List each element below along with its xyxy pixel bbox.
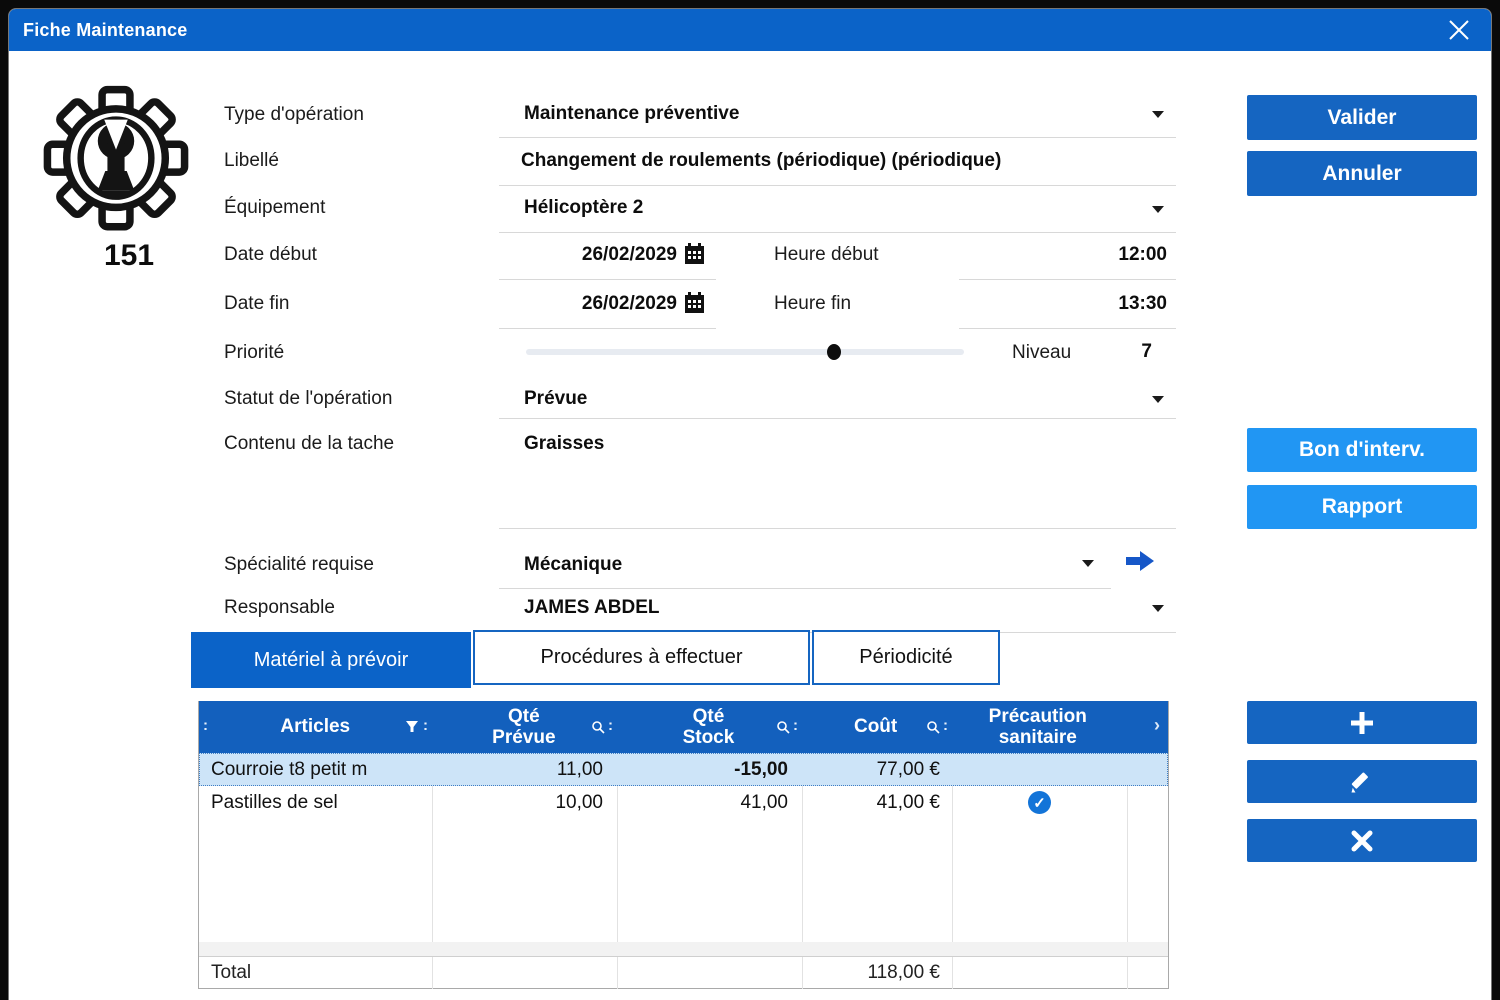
chevron-down-icon[interactable] bbox=[1152, 605, 1164, 612]
search-icon[interactable] bbox=[591, 720, 605, 734]
chevron-down-icon[interactable] bbox=[1082, 560, 1094, 567]
tab-materiel-a-prevoir[interactable]: Matériel à prévoir bbox=[191, 632, 471, 688]
chevron-down-icon[interactable] bbox=[1152, 111, 1164, 118]
assign-arrow-icon[interactable] bbox=[1124, 549, 1156, 573]
operation-id: 151 bbox=[69, 239, 189, 273]
contenu-label: Contenu de la tache bbox=[224, 433, 394, 455]
column-header-qte-prevue[interactable]: Qté Prévue bbox=[432, 701, 617, 753]
table-footer-band bbox=[199, 942, 1168, 956]
date-debut-input[interactable]: 26/02/2029 bbox=[499, 244, 677, 266]
app-background: Fiche Maintenance bbox=[0, 0, 1500, 1000]
calendar-icon[interactable] bbox=[683, 291, 707, 315]
niveau-value: 7 bbox=[1092, 341, 1152, 363]
search-icon[interactable] bbox=[776, 720, 790, 734]
responsable-select[interactable]: JAMES ABDEL bbox=[524, 597, 659, 619]
tab-periodicite[interactable]: Périodicité bbox=[812, 630, 1000, 685]
contenu-textarea[interactable]: Graisses bbox=[524, 433, 604, 455]
annuler-button[interactable]: Annuler bbox=[1247, 151, 1477, 196]
table-row[interactable]: Pastilles de sel10,0041,0041,00 €✓ bbox=[199, 786, 1168, 819]
specialite-select[interactable]: Mécanique bbox=[524, 554, 622, 576]
libelle-label: Libellé bbox=[224, 150, 279, 172]
statut-select[interactable]: Prévue bbox=[524, 388, 587, 410]
search-icon[interactable] bbox=[926, 720, 940, 734]
fiche-maintenance-window: Fiche Maintenance bbox=[8, 8, 1492, 1000]
chevron-right-icon[interactable]: › bbox=[1154, 715, 1160, 736]
type-operation-select[interactable]: Maintenance préventive bbox=[524, 103, 739, 125]
add-row-button[interactable] bbox=[1247, 701, 1477, 744]
date-debut-label: Date début bbox=[224, 244, 317, 266]
precaution-check-icon[interactable]: ✓ bbox=[1028, 791, 1051, 814]
total-label: Total bbox=[199, 962, 420, 984]
priorite-slider[interactable] bbox=[526, 349, 964, 355]
statut-label: Statut de l'opération bbox=[224, 388, 392, 410]
heure-debut-input[interactable]: 12:00 bbox=[1009, 244, 1167, 266]
close-button[interactable] bbox=[1433, 11, 1485, 49]
column-header-qte-stock[interactable]: Qté Stock bbox=[616, 701, 801, 753]
chevron-down-icon[interactable] bbox=[1152, 206, 1164, 213]
responsable-label: Responsable bbox=[224, 597, 335, 619]
total-value: 118,00 € bbox=[802, 962, 940, 984]
heure-fin-label: Heure fin bbox=[774, 293, 851, 315]
type-operation-label: Type d'opération bbox=[224, 104, 364, 126]
bon-interv-button[interactable]: Bon d'interv. bbox=[1247, 428, 1477, 472]
equipement-label: Équipement bbox=[224, 197, 325, 219]
window-title: Fiche Maintenance bbox=[9, 20, 187, 41]
tab-procedures-a-effectuer[interactable]: Procédures à effectuer bbox=[473, 630, 810, 685]
pencil-icon bbox=[1348, 768, 1376, 796]
heure-debut-label: Heure début bbox=[774, 244, 879, 266]
materiel-table: Articles Qté Prévue Qté Stock Coût Préca… bbox=[198, 701, 1169, 989]
valider-button[interactable]: Valider bbox=[1247, 95, 1477, 140]
priorite-label: Priorité bbox=[224, 342, 284, 364]
rapport-button[interactable]: Rapport bbox=[1247, 485, 1477, 529]
date-fin-input[interactable]: 26/02/2029 bbox=[499, 293, 677, 315]
maintenance-gear-icon bbox=[41, 81, 191, 231]
table-header[interactable]: Articles Qté Prévue Qté Stock Coût Préca… bbox=[199, 701, 1168, 753]
libelle-input[interactable]: Changement de roulements (périodique) (p… bbox=[521, 150, 1171, 172]
plus-icon bbox=[1347, 708, 1377, 738]
title-bar: Fiche Maintenance bbox=[9, 9, 1491, 51]
priorite-slider-thumb[interactable] bbox=[827, 344, 841, 360]
x-icon bbox=[1348, 827, 1376, 855]
delete-row-button[interactable] bbox=[1247, 819, 1477, 862]
table-rows: Courroie t8 petit m11,00-15,0077,00 €Pas… bbox=[199, 753, 1168, 819]
specialite-label: Spécialité requise bbox=[224, 554, 374, 576]
heure-fin-input[interactable]: 13:30 bbox=[1009, 293, 1167, 315]
niveau-label: Niveau bbox=[1012, 342, 1071, 364]
table-row[interactable]: Courroie t8 petit m11,00-15,0077,00 € bbox=[199, 753, 1168, 786]
column-header-articles[interactable]: Articles bbox=[199, 701, 432, 753]
column-header-precaution[interactable]: Précaution sanitaire bbox=[950, 701, 1125, 753]
chevron-down-icon[interactable] bbox=[1152, 396, 1164, 403]
equipement-select[interactable]: Hélicoptère 2 bbox=[524, 197, 643, 219]
table-body: Courroie t8 petit m11,00-15,0077,00 €Pas… bbox=[199, 753, 1168, 956]
calendar-icon[interactable] bbox=[683, 242, 707, 266]
date-fin-label: Date fin bbox=[224, 293, 289, 315]
edit-row-button[interactable] bbox=[1247, 760, 1477, 803]
close-icon bbox=[1445, 16, 1473, 44]
total-row: Total 118,00 € bbox=[199, 956, 1168, 988]
filter-icon[interactable] bbox=[405, 720, 419, 734]
